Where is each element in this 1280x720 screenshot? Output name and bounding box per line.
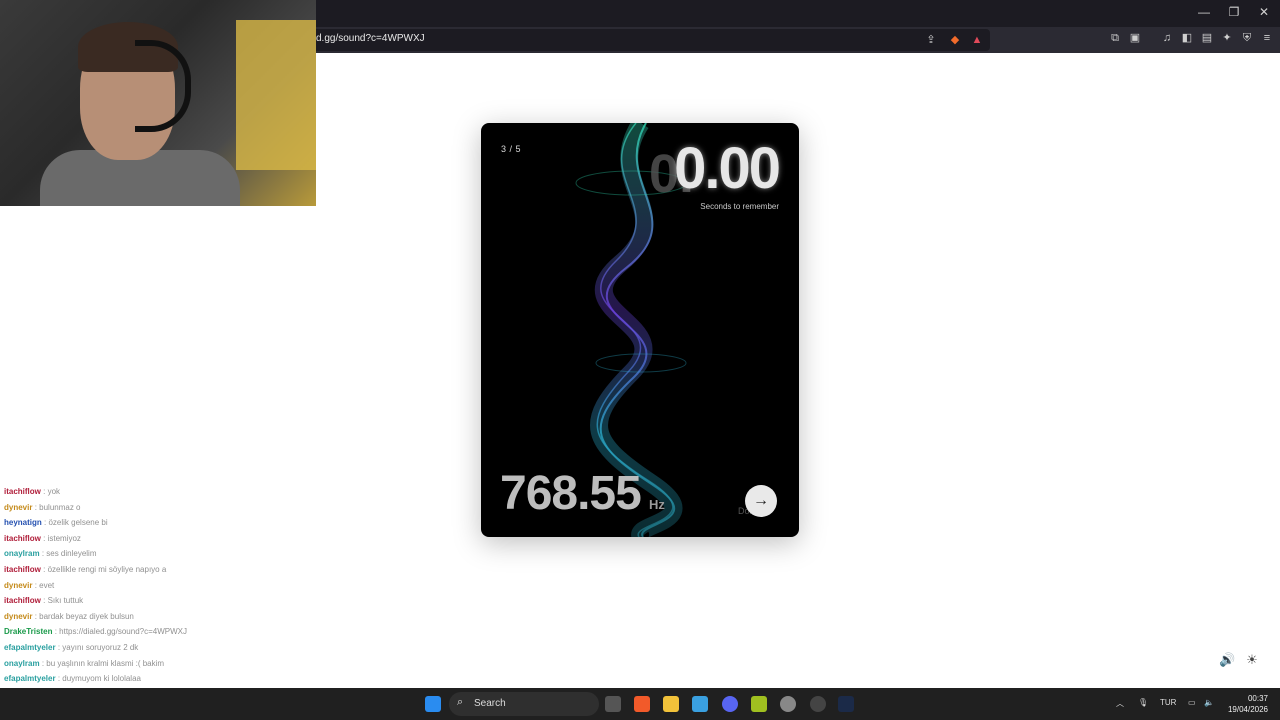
chat-message: itachiflow : istemiyoz	[4, 534, 81, 543]
app-icon[interactable]	[810, 696, 826, 712]
chat-message: onaylram : bu yaşlının kralmi klasmi :( …	[4, 659, 164, 668]
chat-username[interactable]: itachiflow	[4, 487, 41, 496]
chat-username[interactable]: efapalmtyeler	[4, 643, 56, 652]
chat-text: : evet	[34, 580, 55, 590]
rewards-icon[interactable]: ▲	[970, 33, 984, 47]
task-view-icon[interactable]	[605, 696, 621, 712]
vpn-icon[interactable]: ⛨	[1240, 31, 1254, 45]
chat-username[interactable]: itachiflow	[4, 534, 41, 543]
chat-message: DrakeTristen : https://dialed.gg/sound?c…	[4, 627, 187, 636]
chat-username[interactable]: onaylram	[4, 659, 40, 668]
sound-game-card: 3 / 5 0. 0.00 Seconds to remember 768.55…	[481, 123, 799, 537]
discord-icon[interactable]	[722, 696, 738, 712]
volume-icon[interactable]: 🔊	[1219, 652, 1235, 668]
file-explorer-icon[interactable]	[663, 696, 679, 712]
clock-date: 19/04/2026	[1227, 705, 1268, 714]
round-progress: 3 / 5	[501, 144, 522, 154]
chat-text: : bu yaşlının kralmi klasmi :( bakim	[41, 658, 165, 668]
chat-message: dynevir : bardak beyaz diyek bulsun	[4, 612, 134, 621]
chat-username[interactable]: itachiflow	[4, 596, 41, 605]
network-icon[interactable]: ▭	[1188, 698, 1196, 707]
app-icon[interactable]	[751, 696, 767, 712]
chat-text: : istemiyoz	[43, 533, 81, 543]
chat-username[interactable]: efapalmtyeler	[4, 674, 56, 683]
stream-chat: itachiflow : yok dynevir : bulunmaz o heyn…	[0, 473, 320, 715]
media-icon[interactable]: ♫	[1160, 31, 1174, 45]
timer-label: Seconds to remember	[700, 202, 779, 211]
steam-icon[interactable]	[838, 696, 854, 712]
chat-message: itachiflow : Sıkı tuttuk	[4, 596, 83, 605]
chat-text: : ses dinleyelim	[41, 549, 97, 559]
chat-text: : duymuyom ki lololalaa	[57, 674, 141, 684]
chat-username[interactable]: DrakeTristen	[4, 627, 52, 636]
arrow-right-icon: →	[753, 492, 769, 509]
theme-toggle-icon[interactable]: ☀	[1244, 652, 1260, 668]
chat-username[interactable]: dynevir	[4, 503, 32, 512]
restore-icon[interactable]: ❐	[1224, 5, 1244, 19]
url-text: d.gg/sound?c=4WPWXJ	[316, 33, 425, 44]
system-clock[interactable]: 00:37 19/04/2026	[1228, 693, 1268, 715]
frequency-unit: Hz	[649, 497, 665, 512]
settings-icon[interactable]	[780, 696, 796, 712]
timer-value: 0.00	[674, 136, 781, 201]
chat-username[interactable]: heynatign	[4, 518, 42, 527]
next-button[interactable]: →	[745, 485, 777, 517]
search-label: Search	[474, 698, 506, 709]
chat-username[interactable]: dynevir	[4, 612, 32, 621]
chat-username[interactable]: dynevir	[4, 581, 32, 590]
sidebar-icon[interactable]: ◧	[1180, 31, 1194, 45]
chat-text: : özelik gelsene bi	[44, 518, 108, 528]
chat-message: itachiflow : özellikle rengi mi söyliye …	[4, 565, 166, 574]
chat-text: : yok	[43, 487, 61, 496]
leo-ai-icon[interactable]: ✦	[1220, 31, 1234, 45]
brave-shield-icon[interactable]: ◆	[948, 33, 962, 47]
chat-text: : bulunmaz o	[34, 502, 81, 512]
clock-time: 00:37	[1247, 694, 1268, 703]
frequency-value: 768.55	[500, 467, 642, 520]
chat-text: : https://dialed.gg/sound?c=4WPWXJ	[54, 627, 187, 637]
start-icon[interactable]	[425, 696, 441, 712]
brave-icon[interactable]	[634, 696, 650, 712]
extensions-icon[interactable]: ⧉	[1108, 31, 1122, 45]
share-icon[interactable]: ⇪	[924, 33, 938, 47]
chevron-up-icon[interactable]: ︿	[1116, 698, 1124, 709]
chat-username[interactable]: onaylram	[4, 549, 40, 558]
speaker-icon[interactable]: 🔈	[1204, 698, 1214, 707]
chat-message: efapalmtyeler : yayını soruyoruz 2 dk	[4, 643, 138, 652]
wallet-icon[interactable]: ▤	[1200, 31, 1214, 45]
minimize-icon[interactable]: —	[1194, 5, 1214, 19]
taskbar-search[interactable]: ⌕ Search	[449, 692, 599, 716]
language-indicator[interactable]: TUR	[1160, 698, 1176, 707]
chat-message: efapalmtyeler : duymuyom ki lololalaa	[4, 674, 141, 683]
chat-text: : özellikle rengi mi söyliye napıyo a	[43, 565, 167, 574]
address-bar[interactable]: d.gg/sound?c=4WPWXJ ⇪ ◆ ▲	[300, 29, 990, 51]
search-icon: ⌕	[457, 696, 464, 708]
chat-text: : yayını soruyoruz 2 dk	[57, 643, 139, 652]
chat-message: dynevir : bulunmaz o	[4, 503, 81, 512]
chat-text: : Sıkı tuttuk	[43, 596, 84, 606]
windows-taskbar: ⌕ Search ︿ 🎙 TUR ▭ 🔈 00:37 19/04/2026	[0, 688, 1280, 720]
screenshot-icon[interactable]: ▣	[1128, 31, 1142, 45]
app-icon[interactable]	[692, 696, 708, 712]
chat-message: heynatign : özelik gelsene bi	[4, 518, 108, 527]
webcam-headphones	[135, 40, 191, 132]
chat-message: itachiflow : yok	[4, 487, 60, 496]
menu-icon[interactable]: ≡	[1260, 31, 1274, 45]
chat-message: onaylram : ses dinleyelim	[4, 549, 97, 558]
microphone-icon[interactable]: 🎙	[1138, 698, 1148, 707]
chat-username[interactable]: itachiflow	[4, 565, 41, 574]
webcam-background-light	[236, 20, 316, 170]
chat-text: : bardak beyaz diyek bulsun	[34, 611, 134, 621]
webcam-overlay	[0, 0, 316, 206]
chat-message: dynevir : evet	[4, 581, 54, 590]
close-icon[interactable]: ✕	[1254, 5, 1274, 19]
